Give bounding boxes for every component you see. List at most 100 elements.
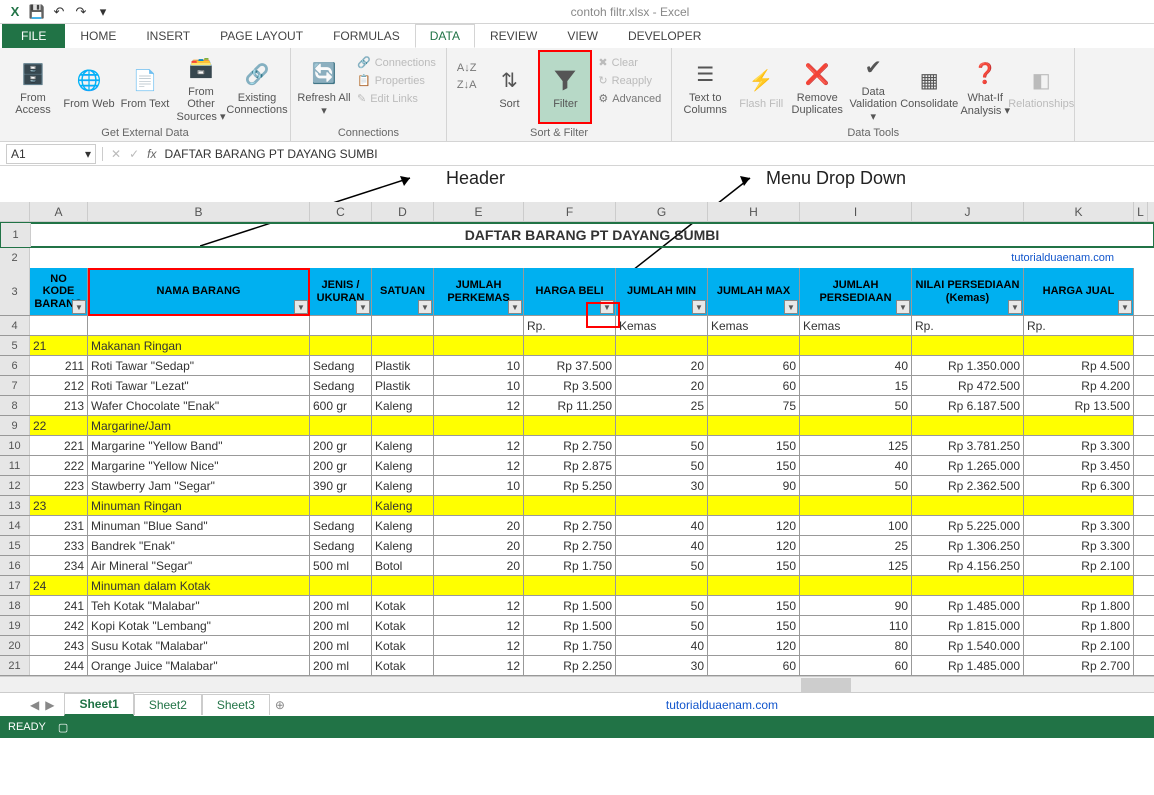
cell[interactable]: Rp 3.300	[1024, 516, 1134, 535]
whatif-button[interactable]: ❓What-If Analysis ▾	[958, 50, 1012, 124]
row-header[interactable]: 19	[0, 616, 30, 635]
cell[interactable]: 125	[800, 436, 912, 455]
cell[interactable]	[372, 576, 434, 595]
cell[interactable]: 150	[708, 616, 800, 635]
table-header[interactable]: HARGA JUAL▼	[1024, 268, 1134, 315]
cell[interactable]: Roti Tawar "Sedap"	[88, 356, 310, 375]
cell[interactable]: 223	[30, 476, 88, 495]
cell[interactable]: Sedang	[310, 376, 372, 395]
filter-dropdown-icon[interactable]: ▼	[692, 300, 706, 314]
cell[interactable]: 60	[708, 376, 800, 395]
cell[interactable]: 12	[434, 616, 524, 635]
cell[interactable]: 12	[434, 596, 524, 615]
cell[interactable]: Susu Kotak "Malabar"	[88, 636, 310, 655]
col-header-I[interactable]: I	[800, 202, 912, 221]
filter-dropdown-icon[interactable]: ▼	[508, 300, 522, 314]
cell[interactable]: 200 ml	[310, 656, 372, 675]
horizontal-scrollbar[interactable]	[0, 676, 1154, 692]
cell[interactable]: Rp 3.450	[1024, 456, 1134, 475]
cell[interactable]: 213	[30, 396, 88, 415]
cell[interactable]	[616, 336, 708, 355]
col-header-D[interactable]: D	[372, 202, 434, 221]
row-header[interactable]: 18	[0, 596, 30, 615]
cell[interactable]	[708, 416, 800, 435]
row-header[interactable]: 10	[0, 436, 30, 455]
cell[interactable]: Rp 1.800	[1024, 616, 1134, 635]
cell[interactable]: 21	[30, 336, 88, 355]
row-header[interactable]: 8	[0, 396, 30, 415]
cell[interactable]: 90	[708, 476, 800, 495]
cell[interactable]	[800, 416, 912, 435]
cell[interactable]: Rp 2.100	[1024, 556, 1134, 575]
cell[interactable]: Sedang	[310, 356, 372, 375]
cell[interactable]: 10	[434, 356, 524, 375]
cell[interactable]	[1024, 336, 1134, 355]
cell[interactable]: 20	[616, 376, 708, 395]
col-header-G[interactable]: G	[616, 202, 708, 221]
cell[interactable]: 12	[434, 636, 524, 655]
enter-icon[interactable]: ✓	[129, 147, 139, 161]
cell[interactable]	[616, 416, 708, 435]
cell[interactable]: Rp.	[524, 316, 616, 335]
cell[interactable]: Rp 3.300	[1024, 536, 1134, 555]
table-header[interactable]: HARGA BELI▼	[524, 268, 616, 315]
col-header-L[interactable]: L	[1134, 202, 1148, 221]
cell[interactable]	[912, 416, 1024, 435]
cell[interactable]: Margarine "Yellow Band"	[88, 436, 310, 455]
cell[interactable]: Rp 3.500	[524, 376, 616, 395]
data-validation-button[interactable]: ✔Data Validation ▾	[846, 50, 900, 124]
cell[interactable]: Rp 2.362.500	[912, 476, 1024, 495]
cell[interactable]: 10	[434, 476, 524, 495]
table-header[interactable]: JUMLAH PERSEDIAAN▼	[800, 268, 912, 315]
cell[interactable]: 200 ml	[310, 616, 372, 635]
cell[interactable]: 50	[800, 476, 912, 495]
cell[interactable]: Plastik	[372, 376, 434, 395]
cell[interactable]: Rp 1.500	[524, 616, 616, 635]
cell[interactable]	[1024, 496, 1134, 515]
cancel-icon[interactable]: ✕	[111, 147, 121, 161]
cell[interactable]: 12	[434, 456, 524, 475]
cell[interactable]: 90	[800, 596, 912, 615]
advanced-button[interactable]: ⚙Advanced	[594, 90, 665, 107]
cell[interactable]: Sedang	[310, 516, 372, 535]
cell[interactable]: 150	[708, 596, 800, 615]
cell[interactable]	[524, 336, 616, 355]
cell[interactable]	[708, 576, 800, 595]
name-box[interactable]: A1▾	[6, 144, 96, 164]
filter-dropdown-icon[interactable]: ▼	[418, 300, 432, 314]
remove-duplicates-button[interactable]: ❌Remove Duplicates	[790, 50, 844, 124]
cell[interactable]: 110	[800, 616, 912, 635]
cell[interactable]: 120	[708, 536, 800, 555]
table-header[interactable]: NILAI PERSEDIAAN (Kemas)▼	[912, 268, 1024, 315]
tab-review[interactable]: REVIEW	[475, 24, 552, 48]
cell[interactable]	[310, 316, 372, 335]
macro-record-icon[interactable]: ▢	[58, 721, 68, 734]
cell[interactable]: 234	[30, 556, 88, 575]
col-header-E[interactable]: E	[434, 202, 524, 221]
cell[interactable]: Rp.	[912, 316, 1024, 335]
cell[interactable]: 60	[708, 356, 800, 375]
formula-input[interactable]: DAFTAR BARANG PT DAYANG SUMBI	[156, 147, 377, 161]
row-header[interactable]: 9	[0, 416, 30, 435]
cell[interactable]	[434, 496, 524, 515]
tab-data[interactable]: DATA	[415, 24, 475, 48]
tab-developer[interactable]: DEVELOPER	[613, 24, 716, 48]
cell[interactable]: Margarine "Yellow Nice"	[88, 456, 310, 475]
cell[interactable]: Sedang	[310, 536, 372, 555]
add-sheet-button[interactable]: ⊕	[270, 698, 290, 712]
col-header-J[interactable]: J	[912, 202, 1024, 221]
connections-button[interactable]: 🔗Connections	[353, 54, 440, 71]
cell[interactable]	[708, 496, 800, 515]
cell[interactable]: Rp 3.300	[1024, 436, 1134, 455]
cell[interactable]: Kaleng	[372, 396, 434, 415]
from-access-button[interactable]: 🗄️From Access	[6, 50, 60, 124]
cell[interactable]: 40	[616, 536, 708, 555]
tab-view[interactable]: VIEW	[552, 24, 613, 48]
cell[interactable]: 243	[30, 636, 88, 655]
cell[interactable]: Kotak	[372, 616, 434, 635]
text-to-columns-button[interactable]: ☰Text to Columns	[678, 50, 732, 124]
cell[interactable]: Rp 6.187.500	[912, 396, 1024, 415]
row-header[interactable]: 21	[0, 656, 30, 675]
tab-home[interactable]: HOME	[65, 24, 131, 48]
cell[interactable]: 50	[616, 556, 708, 575]
